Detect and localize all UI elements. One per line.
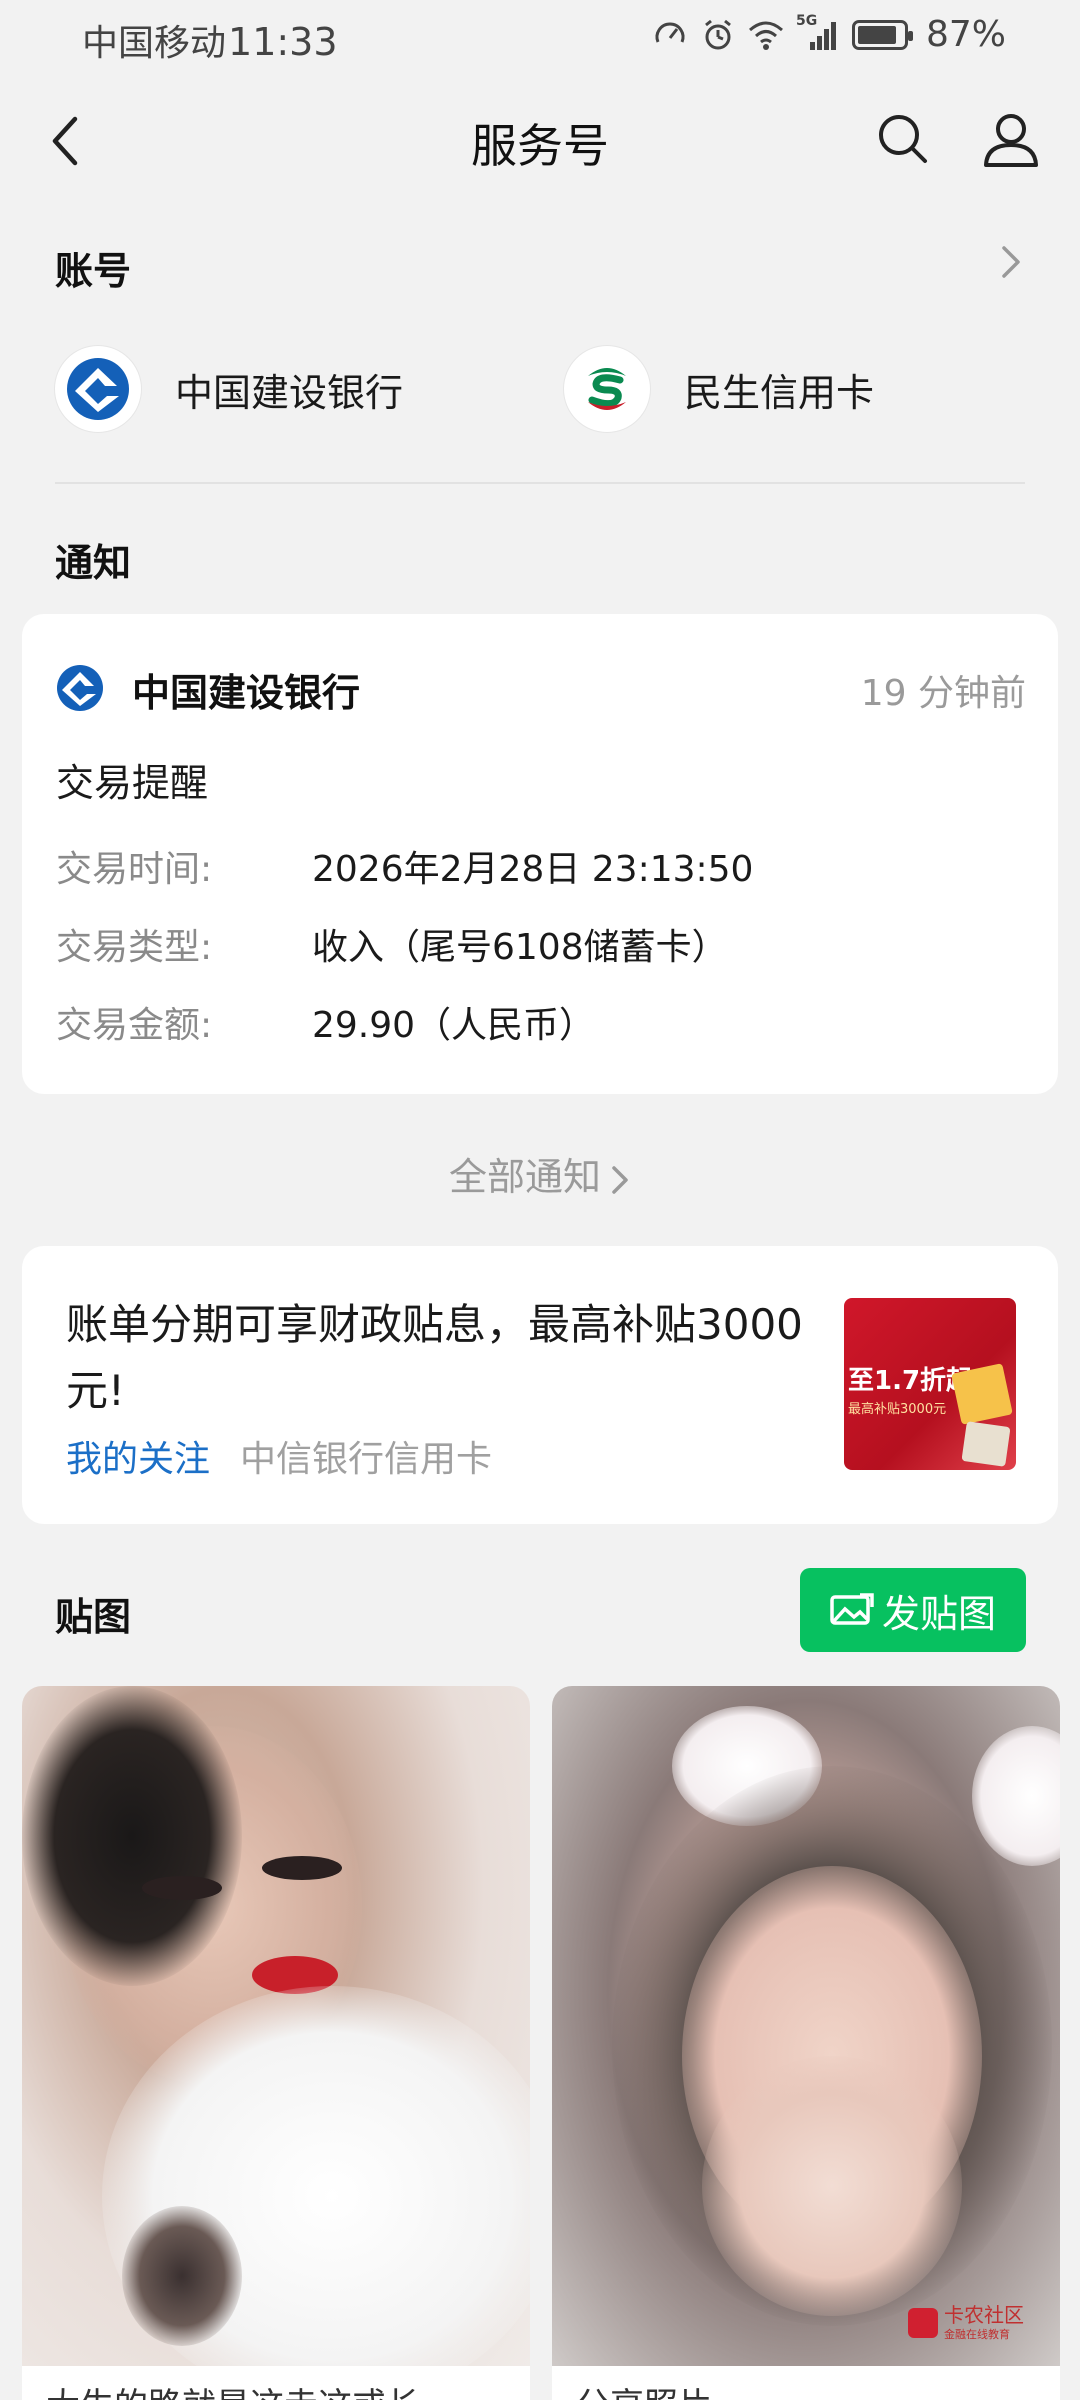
sticker-photo[interactable] — [22, 1686, 530, 2366]
account-name: 民生信用卡 — [684, 370, 875, 415]
user-icon — [984, 114, 1038, 167]
row-label: 交易金额: — [56, 1005, 213, 1046]
alarm-icon — [700, 17, 736, 53]
gift-icon — [951, 1363, 1013, 1425]
row-value: 收入（尾号6108储蓄卡） — [312, 927, 728, 968]
my-follow-link[interactable]: 我的关注 — [66, 1430, 210, 1482]
profile-button[interactable] — [976, 106, 1046, 172]
notice-time: 19 分钟前 — [860, 673, 1026, 714]
promo-title: 账单分期可享财政贴息，最高补贴3000元! — [66, 1300, 803, 1415]
promo-thumbnail: 至1.7折起 最高补贴3000元 — [844, 1298, 1016, 1470]
gift-icon — [961, 1421, 1011, 1467]
notices-title: 通知 — [55, 541, 132, 585]
thumb-sub: 最高补贴3000元 — [848, 1402, 947, 1417]
search-button[interactable] — [870, 106, 936, 172]
watermark-text: 卡农社区 — [944, 2303, 1024, 2327]
notice-row-type: 交易类型: 收入（尾号6108储蓄卡） — [56, 918, 728, 970]
wifi-icon — [748, 17, 784, 53]
photo-caption[interactable]: 分享照片 — [552, 2366, 1060, 2400]
accounts-more-button[interactable] — [996, 242, 1026, 282]
chevron-right-icon — [1002, 246, 1020, 278]
cmbc-logo-icon — [564, 346, 650, 432]
image-icon — [830, 1593, 874, 1625]
notice-card[interactable]: 中国建设银行 19 分钟前 交易提醒 交易时间: 2026年2月28日 23:1… — [22, 614, 1058, 1094]
status-left: 中国移动11:33 — [82, 14, 338, 66]
chevron-right-icon — [612, 1165, 628, 1194]
search-icon — [879, 115, 927, 163]
watermark: 卡农社区 金融在线教育 — [908, 2304, 1024, 2342]
photo-caption[interactable]: 大生的路就是这走这或长 — [22, 2366, 530, 2400]
accounts-title: 账号 — [55, 249, 132, 293]
signal-icon: 5G — [796, 13, 840, 53]
all-notices-label: 全部通知 — [448, 1155, 601, 1199]
account-name: 中国建设银行 — [175, 370, 404, 415]
all-notices-link[interactable]: 全部通知 — [0, 1146, 1080, 1201]
sticker-photo[interactable]: 卡农社区 金融在线教育 — [552, 1686, 1060, 2366]
promo-source: 中信银行信用卡 — [240, 1439, 493, 1480]
watermark-sub: 金融在线教育 — [944, 2328, 1010, 2341]
caption-text: 大生的路就是这走这或长 — [46, 2378, 420, 2400]
battery-icon — [851, 19, 913, 50]
promo-card[interactable]: 账单分期可享财政贴息，最高补贴3000元! 我的关注 中信银行信用卡 至1.7折… — [22, 1246, 1058, 1524]
ccb-logo-icon — [55, 346, 141, 432]
post-button-label: 发贴图 — [881, 1591, 996, 1636]
clock: 11:33 — [228, 20, 338, 64]
watermark-logo-icon — [908, 2308, 938, 2338]
caption-text: 分享照片 — [576, 2378, 712, 2400]
status-bar: 中国移动11:33 5G 87% — [0, 0, 1080, 76]
carrier-label: 中国移动 — [82, 23, 227, 64]
notice-row-time: 交易时间: 2026年2月28日 23:13:50 — [56, 840, 753, 892]
nav-bar: 服务号 — [0, 76, 1080, 206]
post-sticker-button[interactable]: 发贴图 — [800, 1568, 1026, 1652]
status-right: 5G 87% — [652, 13, 1006, 55]
speed-icon — [652, 17, 688, 53]
account-item-cmbc[interactable]: 民生信用卡 — [564, 346, 874, 432]
row-value: 29.90（人民币） — [312, 1005, 596, 1046]
battery-percent: 87% — [925, 14, 1006, 55]
ccb-logo-icon — [57, 665, 103, 711]
row-value: 2026年2月28日 23:13:50 — [312, 849, 754, 890]
divider — [55, 482, 1025, 484]
row-label: 交易时间: — [56, 849, 213, 890]
notice-bank-name: 中国建设银行 — [132, 671, 361, 715]
row-label: 交易类型: — [56, 927, 213, 968]
notice-type: 交易提醒 — [56, 761, 209, 805]
account-item-ccb[interactable]: 中国建设银行 — [55, 346, 403, 432]
notice-row-amount: 交易金额: 29.90（人民币） — [56, 996, 595, 1048]
stickers-title: 贴图 — [55, 1595, 132, 1639]
network-type: 5G — [795, 12, 818, 29]
